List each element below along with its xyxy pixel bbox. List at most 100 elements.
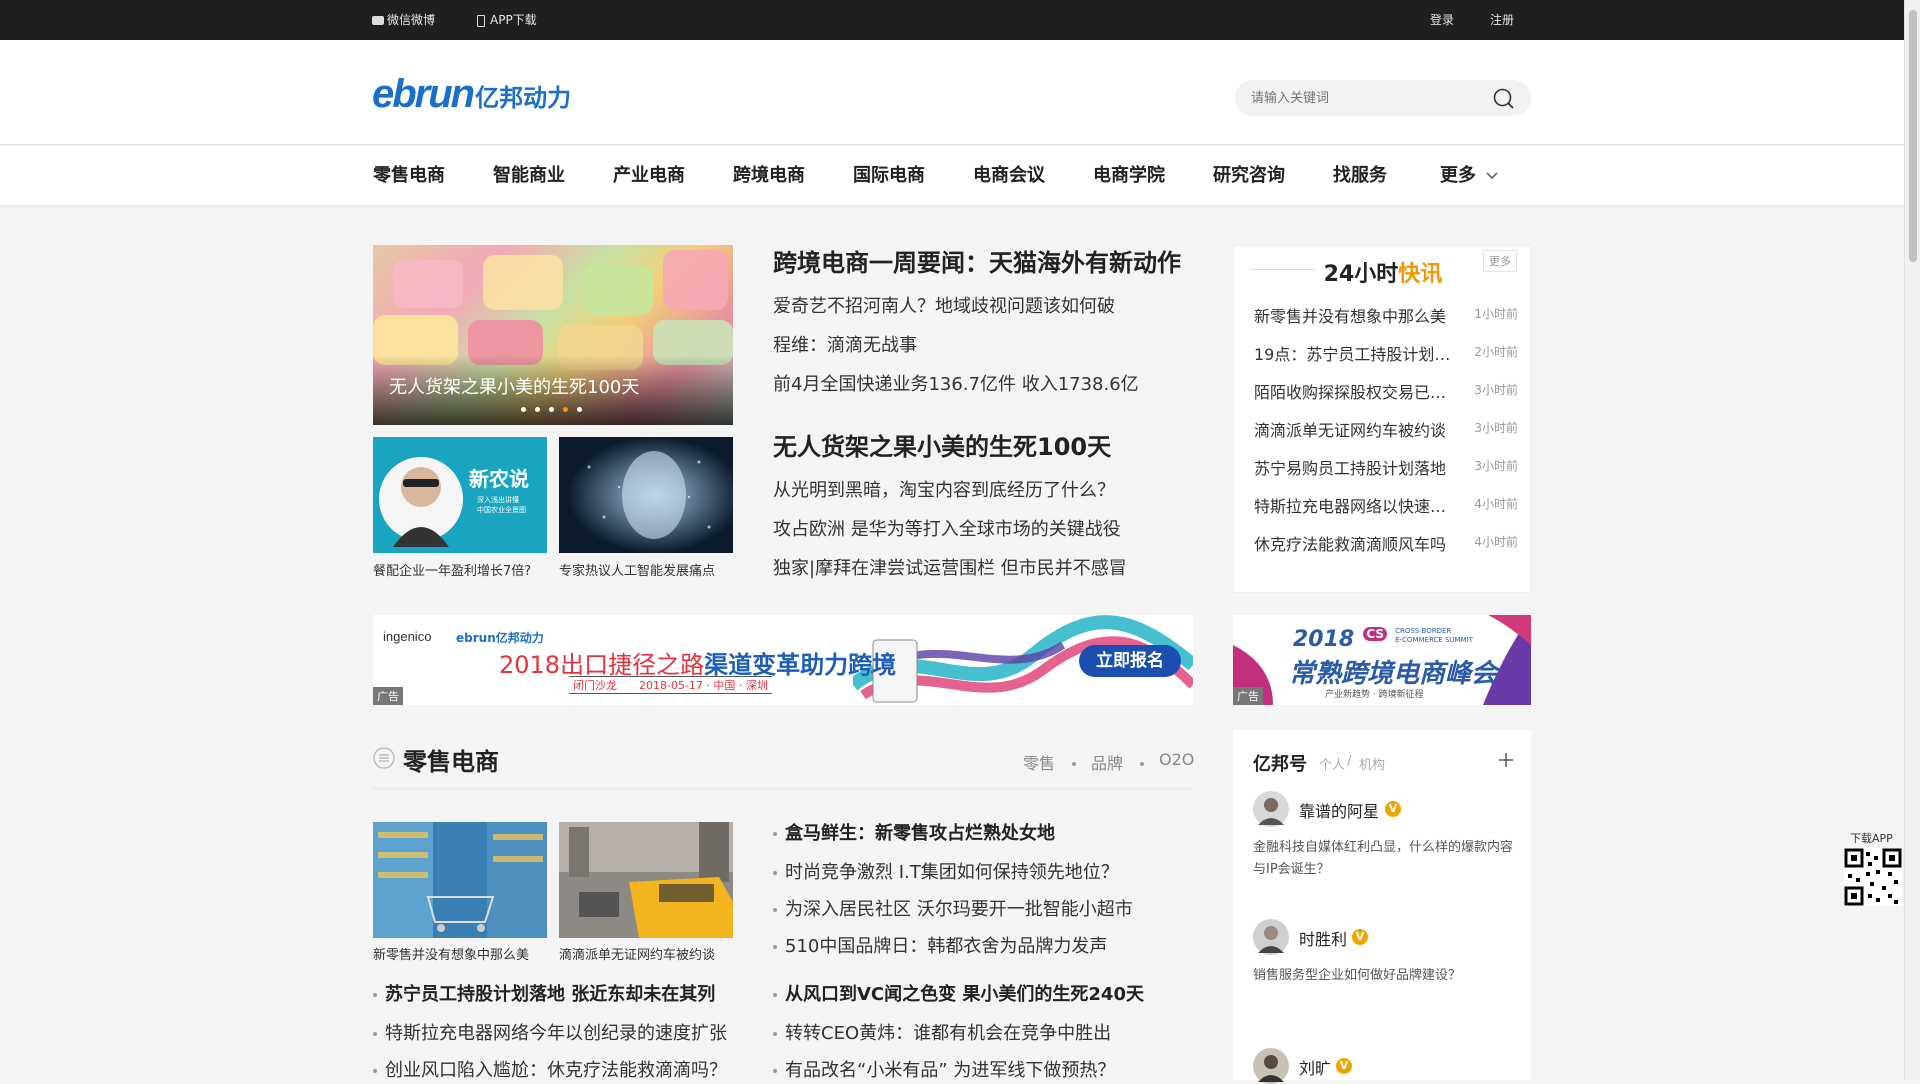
flash-item[interactable]: 苏宁易购员工持股计划落地 3小时前 — [1254, 455, 1518, 479]
avatar[interactable] — [1253, 919, 1289, 955]
app-qr-widget[interactable]: 下载APP — [1840, 828, 1902, 910]
thumb-caption[interactable]: 新零售并没有想象中那么美 — [373, 944, 547, 963]
thumb-xinnongshuo[interactable]: 新农说 深入浅出讲懂 中国农业全景图 — [373, 437, 547, 553]
author-name[interactable]: 时胜利 — [1299, 926, 1347, 950]
avatar[interactable] — [1253, 791, 1289, 827]
carousel-dot-active[interactable] — [563, 407, 568, 412]
thumb-caption[interactable]: 滴滴派单无证网约车被约谈 — [559, 944, 733, 963]
supermarket-image — [373, 822, 547, 938]
flash-item[interactable]: 陌陌收购探探股权交易已完成 3小时前 — [1254, 379, 1518, 403]
ingenico-logo: ingenico — [383, 629, 432, 644]
thumb-taxi[interactable] — [559, 822, 733, 938]
flash-item[interactable]: 滴滴派单无证网约车被约谈 3小时前 — [1254, 417, 1518, 441]
yibang-title: 亿邦号 — [1253, 754, 1307, 775]
nav-item-research[interactable]: 研究咨询 — [1213, 146, 1285, 205]
carousel-dots — [521, 407, 585, 413]
bullet — [373, 1069, 377, 1073]
flash-item[interactable]: 特斯拉充电器网络以快速扩张 4小时前 — [1254, 493, 1518, 517]
retail-news-item[interactable]: 创业风口陷入尴尬：休克疗法能救滴滴吗？ — [385, 1056, 727, 1082]
ad-subtitle: 闭门沙龙 2018-05-17 · 中国 · 深圳 — [569, 676, 772, 694]
main-nav: 零售电商 智能商业 产业电商 跨境电商 国际电商 电商会议 电商学院 研究咨询 … — [0, 146, 1904, 205]
thumb-ai[interactable] — [559, 437, 733, 553]
taxi-image — [559, 822, 733, 938]
nav-item-smart-business[interactable]: 智能商业 — [493, 146, 565, 205]
nav-item-cross-border[interactable]: 跨境电商 — [733, 146, 805, 205]
bullet — [373, 1032, 377, 1036]
tab-retail[interactable]: 零售 — [1023, 750, 1055, 774]
search-input[interactable] — [1251, 80, 1481, 116]
author-desc[interactable]: 销售服务型企业如何做好品牌建设？ — [1253, 965, 1518, 987]
yibang-tab-individual[interactable]: 个人 — [1319, 754, 1345, 773]
register-now-button[interactable]: 立即报名 — [1079, 645, 1181, 677]
retail-news-item[interactable]: 时尚竞争激烈 I.T集团如何保持领先地位？ — [785, 858, 1119, 884]
section-header-retail: 零售电商 零售 品牌 O2O — [373, 740, 1194, 790]
feature-news-item[interactable]: 程维：滴滴无战事 — [773, 331, 917, 357]
feature-news-item[interactable]: 独家|摩拜在津尝试运营围栏 但市民并不感冒 — [773, 554, 1127, 580]
register-link[interactable]: 注册 — [1490, 0, 1514, 40]
nav-item-international[interactable]: 国际电商 — [853, 146, 925, 205]
carousel-dot[interactable] — [577, 407, 582, 412]
nav-item-more[interactable]: 更多 — [1440, 146, 1498, 205]
nav-item-conference[interactable]: 电商会议 — [973, 146, 1045, 205]
section-icon — [373, 747, 395, 769]
nav-item-academy[interactable]: 电商学院 — [1093, 146, 1165, 205]
author-desc[interactable]: 金融科技自媒体红利凸显，什么样的爆款内容与IP会诞生？ — [1253, 837, 1518, 881]
retail-headline[interactable]: 苏宁员工持股计划落地 张近东却未在其列 — [385, 980, 715, 1006]
app-download-link[interactable]: APP下载 — [477, 0, 537, 40]
summit-sub: 产业新趋势 · 跨境新征程 — [1325, 690, 1424, 700]
feature-news-item[interactable]: 攻占欧洲 是华为等打入全球市场的关键战役 — [773, 515, 1121, 541]
retail-news-item[interactable]: 有品改名“小米有品” 为进军线下做预热？ — [785, 1056, 1115, 1082]
side-ad-banner[interactable]: 2018 CS CROSS-BORDER E-COMMERCE SUMMIT 常熟… — [1233, 615, 1531, 705]
author-name[interactable]: 刘旷 — [1299, 1055, 1331, 1079]
retail-headline[interactable]: 从风口到VC闻之色变 果小美们的生死240天 — [785, 980, 1144, 1006]
xinnongshuo-title: 新农说 — [469, 467, 529, 491]
verified-icon: V — [1352, 929, 1368, 945]
thumb-caption[interactable]: 专家热议人工智能发展痛点 — [559, 560, 733, 579]
bullet — [773, 1032, 777, 1036]
tab-o2o[interactable]: O2O — [1159, 750, 1194, 769]
nav-item-retail[interactable]: 零售电商 — [373, 146, 445, 205]
retail-news-item[interactable]: 转转CEO黄炜：谁都有机会在竞争中胜出 — [785, 1019, 1111, 1045]
carousel-dot[interactable] — [521, 407, 526, 412]
carousel-dot[interactable] — [535, 407, 540, 412]
site-logo[interactable]: ebrun亿邦动力 — [372, 74, 571, 114]
feature-headline[interactable]: 无人货架之果小美的生死100天 — [773, 427, 1111, 462]
ad-label: 广告 — [1233, 687, 1263, 705]
carousel-dot[interactable] — [549, 407, 554, 412]
yibang-panel: 亿邦号 个人 / 机构 靠谱的阿星 V 金融科技自媒体红利凸显，什么样的爆款内容… — [1233, 730, 1531, 1084]
bullet — [773, 945, 777, 949]
feature-headline[interactable]: 跨境电商一周要闻：天猫海外有新动作 — [773, 243, 1181, 278]
tab-brand[interactable]: 品牌 — [1091, 750, 1123, 774]
retail-news-item[interactable]: 为深入居民社区 沃尔玛要开一批智能小超市 — [785, 895, 1133, 921]
retail-news-item[interactable]: 510中国品牌日：韩都衣舍为品牌力发声 — [785, 932, 1107, 958]
tab-separator — [1140, 762, 1144, 766]
thumb-caption[interactable]: 餐配企业一年盈利增长7倍? — [373, 560, 547, 579]
feature-news-item[interactable]: 爱奇艺不招河南人？地域歧视问题该如何破 — [773, 292, 1115, 318]
bullet — [373, 993, 377, 997]
search-icon[interactable] — [1492, 87, 1516, 111]
flash-item[interactable]: 新零售并没有想象中那么美 1小时前 — [1254, 303, 1518, 327]
thumb-supermarket[interactable] — [373, 822, 547, 938]
feature-news-item[interactable]: 从光明到黑暗，淘宝内容到底经历了什么？ — [773, 476, 1115, 502]
avatar[interactable] — [1253, 1048, 1289, 1084]
feature-news-item[interactable]: 前4月全国快递业务136.7亿件 收入1738.6亿 — [773, 370, 1139, 396]
ad-banner[interactable]: ingenico ebrun亿邦动力 2018出口捷径之路渠道变革助力跨境 闭门… — [373, 615, 1193, 705]
hero-carousel[interactable]: 无人货架之果小美的生死100天 — [373, 245, 733, 425]
flash-more-link[interactable]: 更多 — [1483, 250, 1517, 272]
phone-icon — [477, 14, 485, 27]
login-link[interactable]: 登录 — [1430, 0, 1454, 40]
scrollbar-thumb[interactable] — [1909, 10, 1917, 262]
author-name[interactable]: 靠谱的阿星 — [1299, 798, 1379, 822]
retail-headline[interactable]: 盒马鲜生：新零售攻占烂熟处女地 — [785, 819, 1055, 845]
download-app-label: 下载APP — [1850, 832, 1893, 845]
plus-icon[interactable] — [1498, 752, 1514, 768]
flash-item[interactable]: 19点：苏宁员工持股计划落地 2小时前 — [1254, 341, 1518, 365]
retail-news-item[interactable]: 特斯拉充电器网络今年以创纪录的速度扩张 — [385, 1019, 727, 1045]
yibang-tab-organization[interactable]: 机构 — [1359, 754, 1385, 773]
nav-item-industry[interactable]: 产业电商 — [613, 146, 685, 205]
weixin-weibo-link[interactable]: 微信微博 — [372, 0, 435, 40]
chat-icon — [372, 16, 384, 25]
page-scrollbar[interactable] — [1904, 0, 1920, 1080]
flash-item[interactable]: 休克疗法能救滴滴顺风车吗 4小时前 — [1254, 531, 1518, 555]
nav-item-services[interactable]: 找服务 — [1333, 146, 1387, 205]
